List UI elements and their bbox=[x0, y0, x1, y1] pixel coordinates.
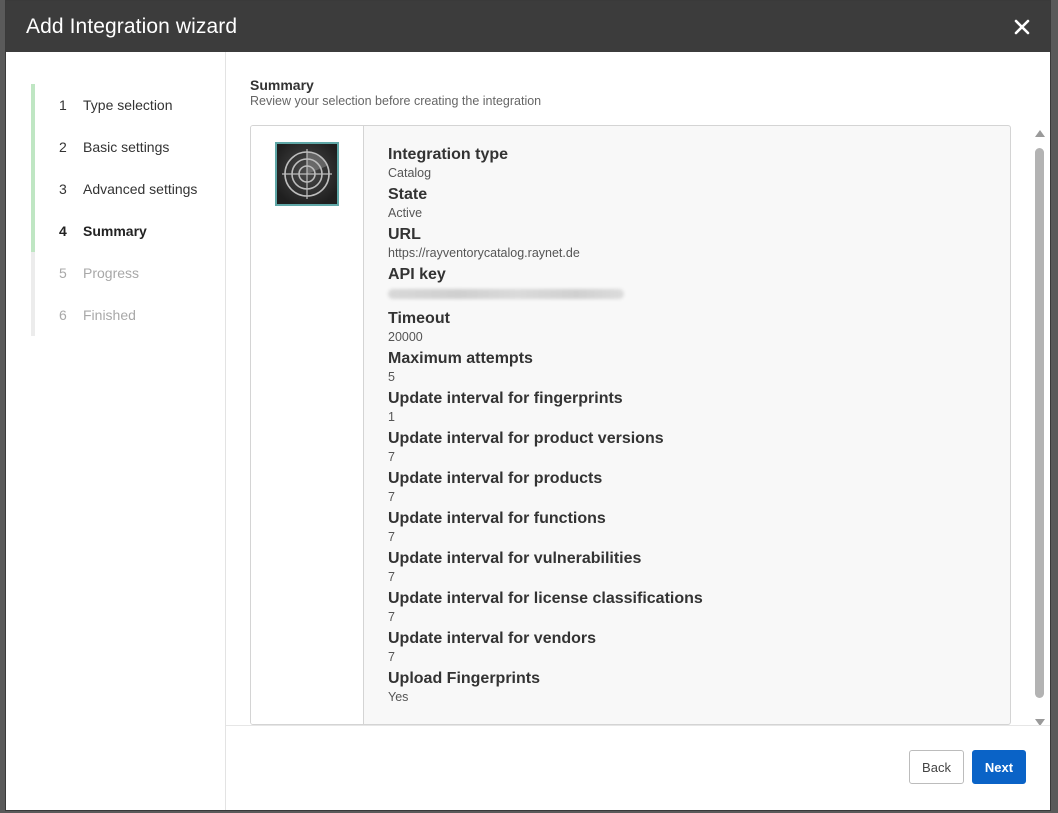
field-value-masked bbox=[388, 289, 1010, 305]
step-label: Basic settings bbox=[83, 139, 170, 155]
step-label: Finished bbox=[83, 307, 136, 323]
step-label: Type selection bbox=[83, 97, 173, 113]
field-label: Integration type bbox=[388, 146, 509, 163]
back-button[interactable]: Back bbox=[909, 750, 964, 784]
field-value: Catalog bbox=[388, 166, 432, 180]
field-label: Update interval for license classificati… bbox=[388, 590, 703, 607]
section-title: Summary bbox=[250, 77, 314, 93]
step-number: 6 bbox=[59, 307, 67, 323]
step-number: 1 bbox=[59, 97, 67, 113]
field-label: API key bbox=[388, 266, 446, 283]
step-progress: 5 Progress bbox=[31, 252, 225, 294]
wizard-steps-sidebar: 1 Type selection 2 Basic settings 3 Adva… bbox=[6, 52, 226, 810]
field-value: 1 bbox=[388, 410, 395, 424]
field-update-product-versions: Update interval for product versions 7 bbox=[388, 429, 1010, 465]
field-value: 7 bbox=[388, 450, 395, 464]
field-integration-type: Integration type Catalog bbox=[388, 145, 1010, 181]
step-number: 4 bbox=[59, 223, 67, 239]
field-value: 7 bbox=[388, 490, 395, 504]
field-update-fingerprints: Update interval for fingerprints 1 bbox=[388, 389, 1010, 425]
field-label: Upload Fingerprints bbox=[388, 670, 540, 687]
step-number: 3 bbox=[59, 181, 67, 197]
field-update-products: Update interval for products 7 bbox=[388, 469, 1010, 505]
section-header: Summary Review your selection before cre… bbox=[250, 77, 541, 108]
field-upload-fingerprints: Upload Fingerprints Yes bbox=[388, 669, 1010, 705]
blurred-api-key bbox=[388, 289, 624, 299]
field-state: State Active bbox=[388, 185, 1010, 221]
field-timeout: Timeout 20000 bbox=[388, 309, 1010, 345]
step-label: Advanced settings bbox=[83, 181, 198, 197]
field-value: 7 bbox=[388, 610, 395, 624]
field-label: Update interval for product versions bbox=[388, 430, 664, 447]
field-maximum-attempts: Maximum attempts 5 bbox=[388, 349, 1010, 385]
field-value: 20000 bbox=[388, 330, 423, 344]
wizard-content: Summary Review your selection before cre… bbox=[226, 52, 1050, 810]
field-label: Update interval for vendors bbox=[388, 630, 597, 647]
summary-fields: Integration type Catalog State Active UR… bbox=[364, 126, 1010, 724]
field-update-vendors: Update interval for vendors 7 bbox=[388, 629, 1010, 665]
field-label: Maximum attempts bbox=[388, 350, 533, 367]
step-type-selection[interactable]: 1 Type selection bbox=[31, 84, 225, 126]
dialog-title: Add Integration wizard bbox=[26, 14, 238, 38]
field-label: Update interval for functions bbox=[388, 510, 606, 527]
field-url: URL https://rayventorycatalog.raynet.de bbox=[388, 225, 1010, 261]
step-label: Progress bbox=[83, 265, 140, 281]
scroll-up-arrow-icon[interactable] bbox=[1035, 130, 1045, 137]
steps-list: 1 Type selection 2 Basic settings 3 Adva… bbox=[31, 84, 225, 336]
field-label: Timeout bbox=[388, 310, 450, 327]
step-finished: 6 Finished bbox=[31, 294, 225, 336]
field-label: State bbox=[388, 186, 428, 203]
field-value: Yes bbox=[388, 690, 409, 704]
step-label: Summary bbox=[83, 223, 147, 239]
field-update-license-classifications: Update interval for license classificati… bbox=[388, 589, 1010, 625]
wizard-dialog: Add Integration wizard 1 Type selection … bbox=[5, 0, 1051, 811]
radar-target-icon bbox=[277, 144, 337, 204]
integration-logo-column bbox=[251, 126, 364, 724]
vertical-scrollbar[interactable] bbox=[1034, 130, 1046, 726]
step-advanced-settings[interactable]: 3 Advanced settings bbox=[31, 168, 225, 210]
field-label: Update interval for products bbox=[388, 470, 603, 487]
field-value: Active bbox=[388, 206, 423, 220]
step-summary[interactable]: 4 Summary bbox=[31, 210, 225, 252]
field-label: URL bbox=[388, 226, 421, 243]
scroll-thumb[interactable] bbox=[1035, 148, 1044, 698]
field-api-key: API key bbox=[388, 265, 1010, 305]
integration-logo bbox=[275, 142, 339, 206]
field-value: 7 bbox=[388, 570, 395, 584]
step-number: 5 bbox=[59, 265, 67, 281]
summary-panel: Integration type Catalog State Active UR… bbox=[250, 125, 1011, 725]
close-button[interactable] bbox=[1010, 15, 1034, 39]
close-icon bbox=[1014, 19, 1030, 34]
field-update-vulnerabilities: Update interval for vulnerabilities 7 bbox=[388, 549, 1010, 585]
field-update-functions: Update interval for functions 7 bbox=[388, 509, 1010, 545]
field-label: Update interval for vulnerabilities bbox=[388, 550, 642, 567]
field-value: 7 bbox=[388, 530, 395, 544]
next-button[interactable]: Next bbox=[972, 750, 1026, 784]
field-value: 7 bbox=[388, 650, 395, 664]
title-bar: Add Integration wizard bbox=[6, 1, 1050, 52]
field-label: Update interval for fingerprints bbox=[388, 390, 623, 407]
section-subtitle: Review your selection before creating th… bbox=[250, 94, 542, 108]
field-value: https://rayventorycatalog.raynet.de bbox=[388, 246, 580, 260]
step-number: 2 bbox=[59, 139, 67, 155]
field-value: 5 bbox=[388, 370, 395, 384]
step-basic-settings[interactable]: 2 Basic settings bbox=[31, 126, 225, 168]
wizard-footer: Back Next bbox=[226, 725, 1050, 810]
